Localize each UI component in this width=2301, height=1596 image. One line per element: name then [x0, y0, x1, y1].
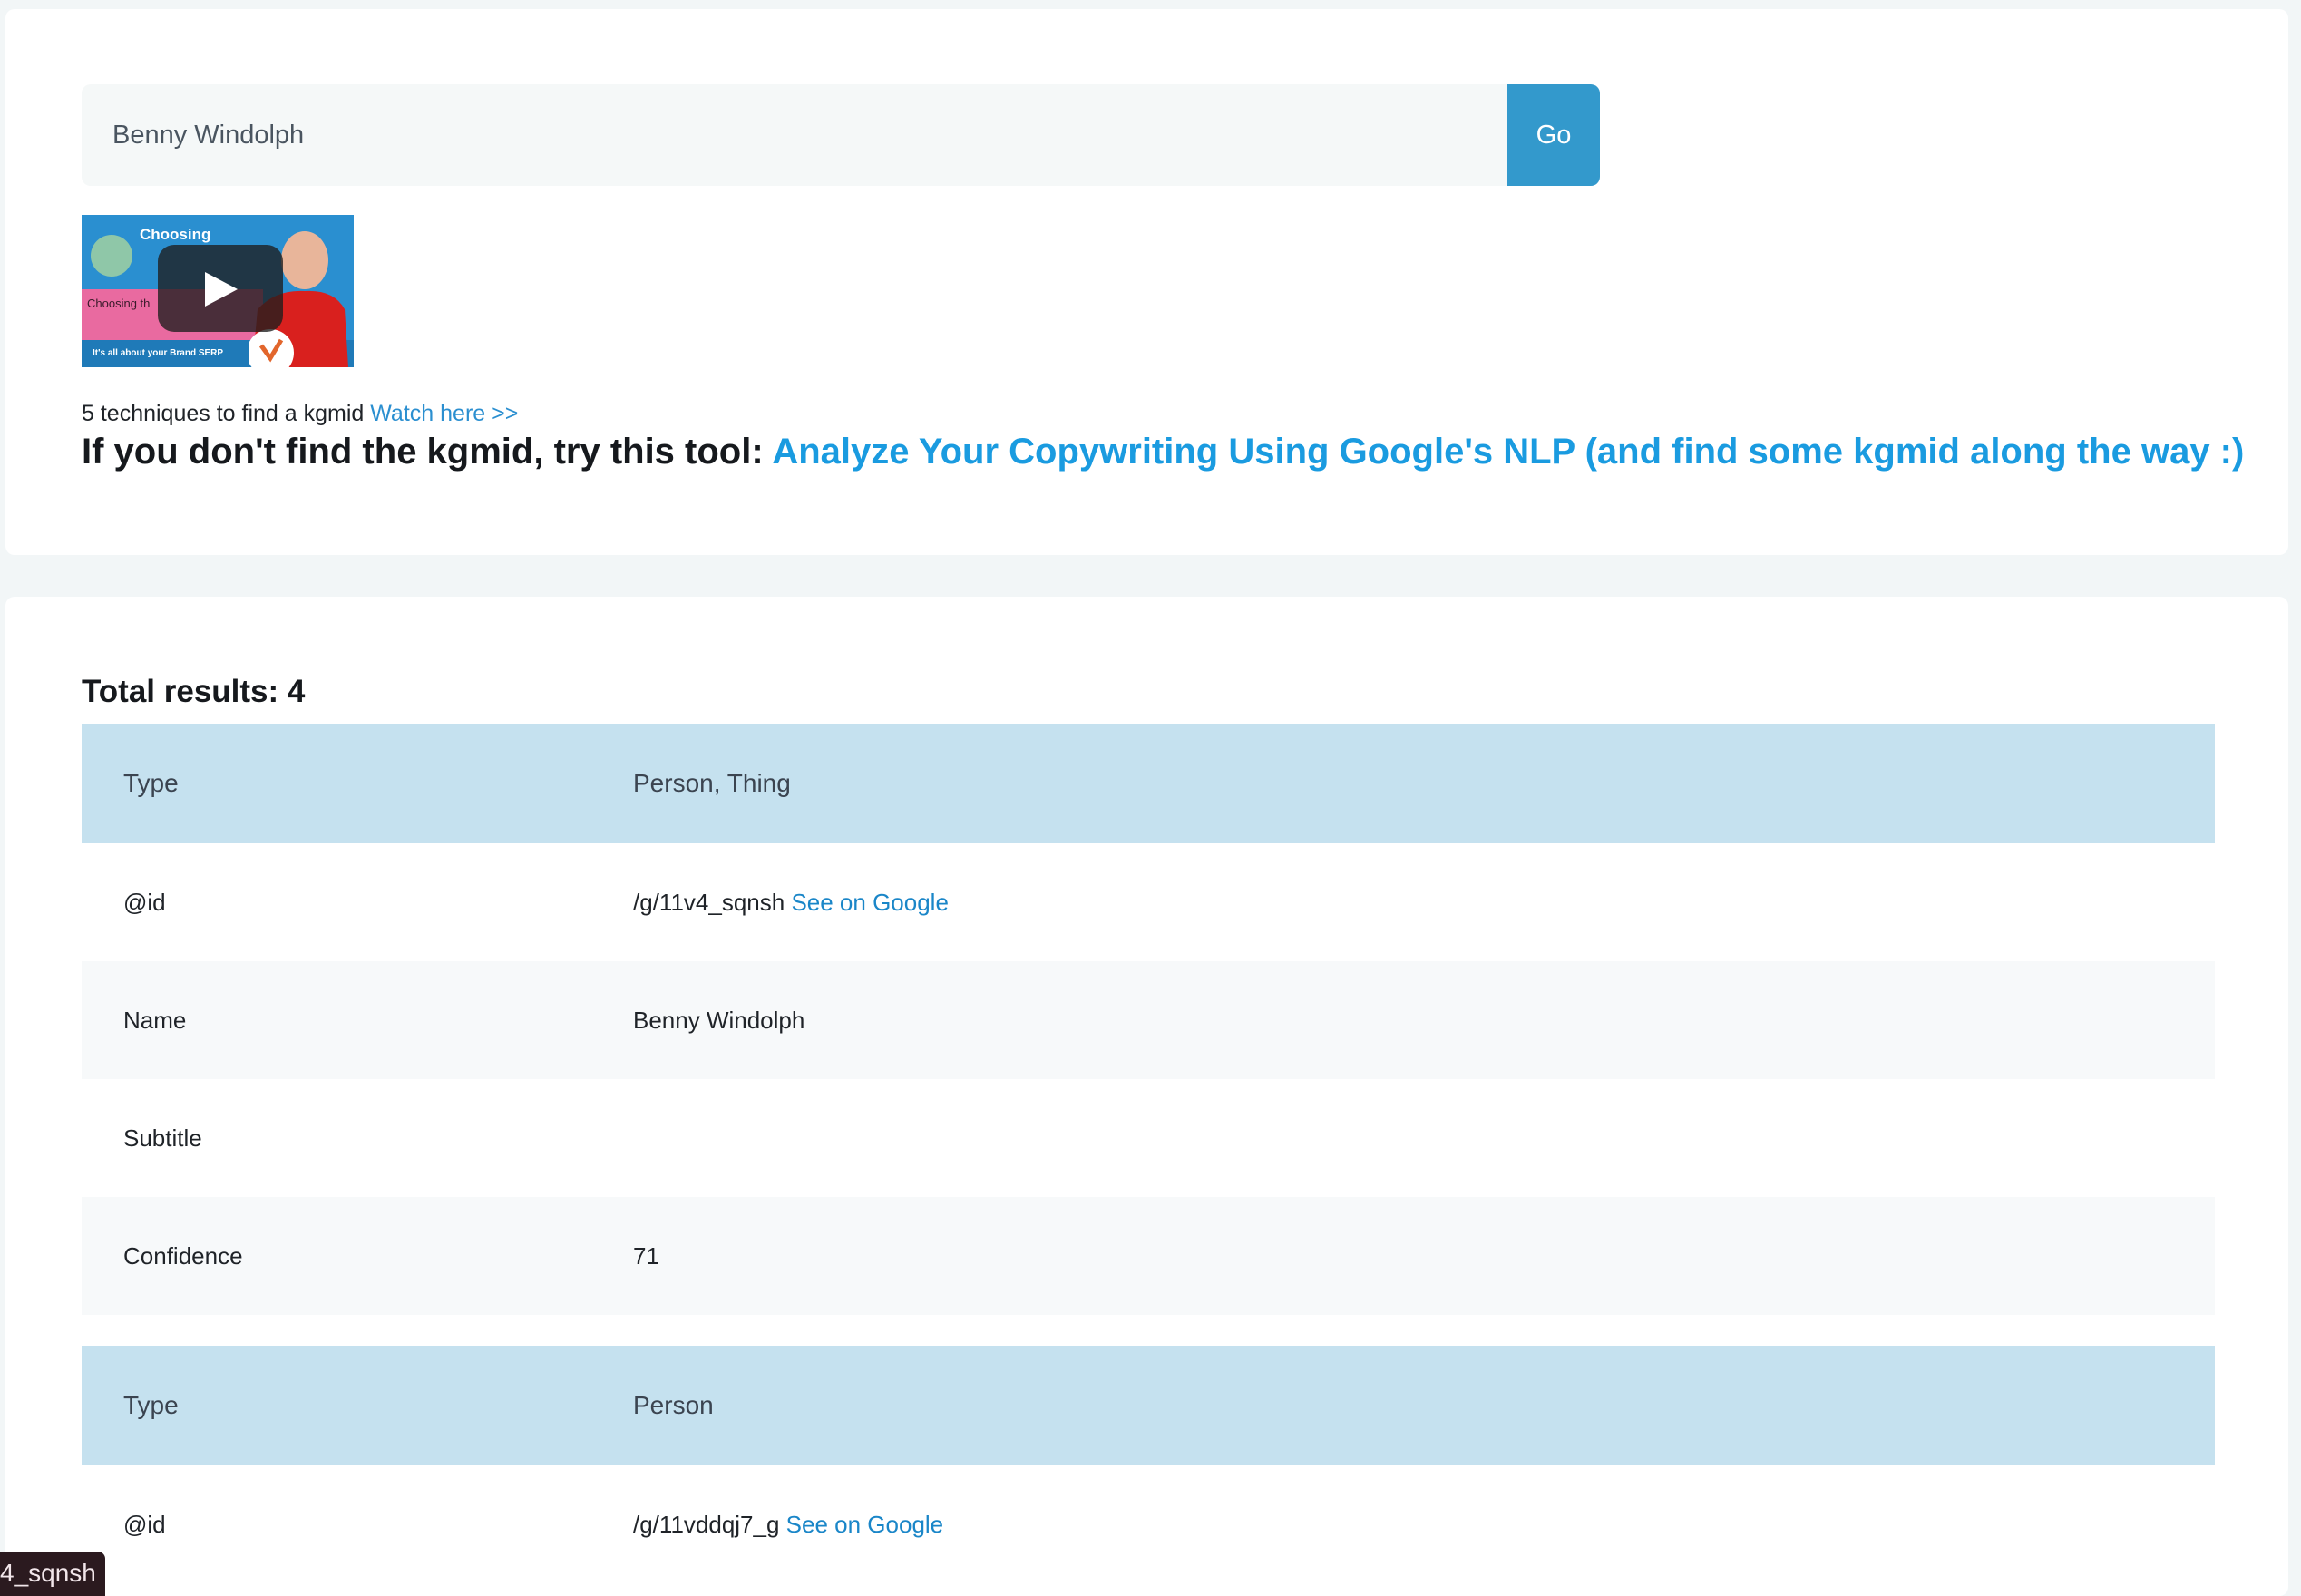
see-on-google-link[interactable]: See on Google: [786, 1511, 943, 1538]
row-value: /g/11v4_sqnsh See on Google: [633, 889, 949, 917]
row-value: Benny Windolph: [633, 1006, 805, 1034]
thumbnail-logo-icon: [91, 235, 132, 277]
results-table: Type Person, Thing @id /g/11v4_sqnsh See…: [82, 724, 2215, 1583]
total-results: Total results: 4: [82, 674, 306, 709]
row-value: Person: [633, 1391, 714, 1419]
table-row-type: Type Person: [82, 1346, 2215, 1465]
table-row-subtitle: Subtitle: [82, 1079, 2215, 1197]
row-key: Type: [123, 1391, 179, 1419]
thumbnail-subtitle: Choosing th: [87, 297, 151, 310]
search-card: Go Choosing Choosing th It's all about y…: [5, 9, 2288, 555]
go-button[interactable]: Go: [1507, 84, 1600, 186]
row-value: 71: [633, 1241, 659, 1270]
row-value: /g/11vddqj7_g See on Google: [633, 1511, 943, 1539]
row-key: Confidence: [123, 1241, 243, 1270]
link-preview-tooltip: 4_sqnsh: [0, 1552, 105, 1596]
thumbnail-title: Choosing: [140, 226, 211, 243]
watch-here-link[interactable]: Watch here >>: [370, 401, 518, 426]
search-input[interactable]: [82, 84, 1507, 186]
play-icon: [205, 272, 238, 307]
row-key: @id: [123, 1510, 166, 1538]
results-card: Total results: 4 Type Person, Thing @id …: [5, 597, 2288, 1596]
see-on-google-link[interactable]: See on Google: [791, 889, 948, 916]
kgmid-value: /g/11vddqj7_g: [633, 1510, 780, 1538]
table-row-type: Type Person, Thing: [82, 724, 2215, 843]
video-thumbnail[interactable]: Choosing Choosing th It's all about your…: [82, 215, 354, 367]
row-key: Subtitle: [123, 1124, 202, 1152]
search-bar: Go: [82, 84, 1600, 186]
row-key: @id: [123, 888, 166, 916]
play-button[interactable]: [158, 245, 283, 332]
techniques-text: 5 techniques to find a kgmid: [82, 401, 365, 426]
row-value: Person, Thing: [633, 769, 791, 797]
table-row-id: @id /g/11vddqj7_g See on Google: [82, 1465, 2215, 1583]
table-row-name: Name Benny Windolph: [82, 961, 2215, 1079]
nlp-tool-link[interactable]: Analyze Your Copywriting Using Google's …: [772, 432, 2244, 472]
tool-suggestion: If you don't find the kgmid, try this to…: [82, 432, 2244, 472]
tool-prefix: If you don't find the kgmid, try this to…: [82, 432, 764, 472]
row-key: Name: [123, 1006, 187, 1034]
techniques-line: 5 techniques to find a kgmid Watch here …: [82, 401, 518, 427]
table-row-id: @id /g/11v4_sqnsh See on Google: [82, 843, 2215, 961]
row-key: Type: [123, 769, 179, 797]
kgmid-value: /g/11v4_sqnsh: [633, 888, 785, 916]
thumbnail-footer: It's all about your Brand SERP: [93, 348, 224, 358]
table-row-confidence: Confidence 71: [82, 1197, 2215, 1315]
